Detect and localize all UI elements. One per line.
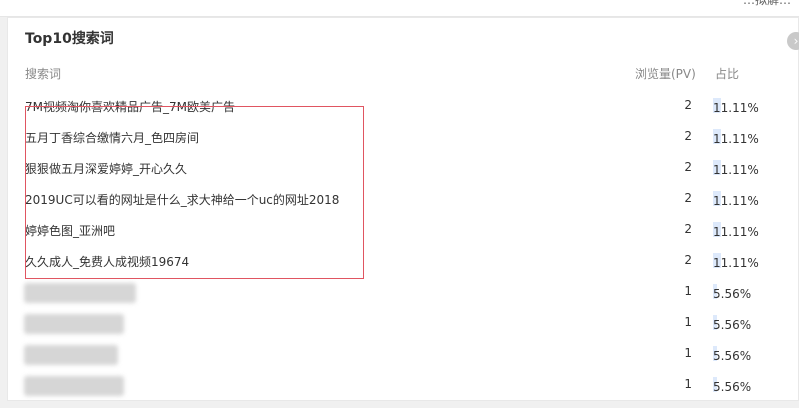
table-row[interactable]: 1 5.56% bbox=[8, 278, 788, 309]
table-row[interactable]: 1 5.56% bbox=[8, 340, 788, 371]
pv-value: 1 bbox=[684, 377, 692, 391]
ratio-cell: 5.56% bbox=[713, 283, 783, 301]
panel-title: Top10搜索词 bbox=[25, 31, 114, 47]
ratio-cell: 11.11% bbox=[713, 97, 783, 115]
ratio-value: 11.11% bbox=[713, 132, 759, 146]
highlight-box bbox=[25, 106, 364, 279]
ratio-cell: 5.56% bbox=[713, 314, 783, 332]
column-header-pv[interactable]: 浏览量(PV) bbox=[635, 65, 696, 82]
column-header-term: 搜索词 bbox=[25, 67, 62, 81]
ratio-value: 5.56% bbox=[713, 349, 752, 363]
chevron-right-icon[interactable]: › bbox=[787, 32, 799, 50]
ratio-value: 11.11% bbox=[713, 225, 759, 239]
pv-value: 2 bbox=[684, 191, 692, 205]
ratio-value: 11.11% bbox=[713, 256, 759, 270]
pv-value: 2 bbox=[684, 222, 692, 236]
ratio-cell: 11.11% bbox=[713, 252, 783, 270]
redacted-term bbox=[24, 345, 118, 365]
pv-value: 1 bbox=[684, 315, 692, 329]
pv-value: 1 bbox=[684, 346, 692, 360]
redacted-term bbox=[24, 376, 124, 396]
ratio-cell: 11.11% bbox=[713, 221, 783, 239]
ratio-value: 11.11% bbox=[713, 101, 759, 115]
bottom-strip bbox=[0, 401, 799, 408]
top-bar: …拟解… bbox=[0, 0, 799, 17]
top-bar-text: …拟解… bbox=[742, 0, 791, 7]
redacted-term bbox=[24, 283, 136, 303]
ratio-value: 5.56% bbox=[713, 380, 752, 394]
ratio-value: 5.56% bbox=[713, 287, 752, 301]
pv-value: 2 bbox=[684, 253, 692, 267]
ratio-value: 11.11% bbox=[713, 163, 759, 177]
ratio-cell: 11.11% bbox=[713, 190, 783, 208]
ratio-value: 11.11% bbox=[713, 194, 759, 208]
redacted-term bbox=[24, 314, 124, 334]
ratio-cell: 5.56% bbox=[713, 345, 783, 363]
ratio-cell: 5.56% bbox=[713, 376, 783, 394]
pv-value: 2 bbox=[684, 129, 692, 143]
table-row[interactable]: 1 5.56% bbox=[8, 309, 788, 340]
pv-value: 1 bbox=[684, 284, 692, 298]
ratio-value: 5.56% bbox=[713, 318, 752, 332]
table-row[interactable]: 1 5.56% bbox=[8, 371, 788, 402]
ratio-cell: 11.11% bbox=[713, 159, 783, 177]
top10-search-terms-panel: Top10搜索词 › 搜索词 浏览量(PV) 占比 7M视频淘你喜欢精品广告_7… bbox=[7, 17, 799, 401]
pv-value: 2 bbox=[684, 160, 692, 174]
ratio-cell: 11.11% bbox=[713, 128, 783, 146]
column-header-ratio[interactable]: 占比 bbox=[715, 65, 739, 82]
pv-value: 2 bbox=[684, 98, 692, 112]
